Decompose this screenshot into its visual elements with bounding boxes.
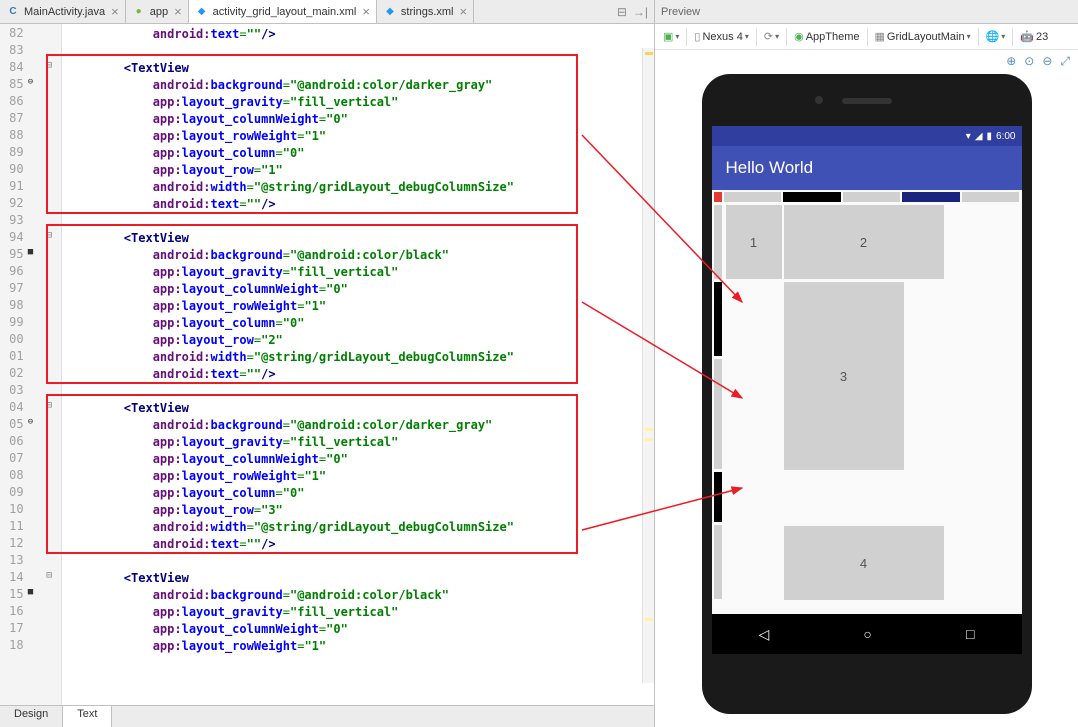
tab-activity-grid-layout[interactable]: ◆ activity_grid_layout_main.xml × [189,0,377,23]
tabs-overflow[interactable]: ⊟ →| [611,0,654,23]
theme-icon: ◉ [794,30,804,43]
design-tab[interactable]: Design [0,706,63,727]
nav-bar: ◁ ○ □ [712,614,1022,654]
grid-cell: 3 [784,282,904,470]
tab-label: app [150,6,168,18]
status-bar: ▾ ◢ ▮ 6:00 [712,126,1022,146]
xml-icon: ◆ [383,5,397,19]
grid-cell: 4 [784,526,944,600]
arrow-right-icon[interactable]: →| [633,5,648,19]
line-gutter: 828384⊟85⊖868788899091929394⊟95■96979899… [0,24,62,705]
tab-label: MainActivity.java [24,6,105,18]
grid-layout-preview: 1 2 3 4 [712,190,1022,605]
layout-icon: ▦ [875,30,885,43]
android-icon: 🤖 [1020,30,1034,43]
api-label: 23 [1036,31,1048,43]
close-icon[interactable]: × [174,4,182,19]
api-selector[interactable]: 🤖23 [1016,28,1052,45]
tab-app[interactable]: ● app × [126,0,189,23]
tab-mainactivity[interactable]: C MainActivity.java × [0,0,126,23]
pin-icon[interactable]: ⊟ [617,5,627,19]
tab-label: strings.xml [401,6,454,18]
locale-button[interactable]: 🌐▾ [982,28,1010,45]
text-tab[interactable]: Text [63,706,112,727]
module-icon: ● [132,5,146,19]
tab-label: activity_grid_layout_main.xml [213,6,357,18]
grid-cell: 1 [726,205,782,279]
status-time: 6:00 [996,131,1015,142]
preview-header: Preview [655,0,1078,24]
tab-strings[interactable]: ◆ strings.xml × [377,0,474,23]
theme-selector[interactable]: ◉AppTheme [790,28,863,45]
camera [815,96,823,104]
wifi-icon: ▾ [966,131,971,142]
viewport-icon: ▣ [663,30,673,43]
rotate-icon: ⟳ [764,30,773,43]
device-icon: ▯ [694,30,700,43]
theme-label: AppTheme [806,31,860,43]
globe-icon: 🌐 [986,30,1000,43]
zoom-out-icon[interactable]: ⊖ [1042,54,1052,68]
zoom-fit-icon[interactable]: ⤢ [1060,54,1070,69]
close-icon[interactable]: × [362,4,370,19]
editor-tabs: C MainActivity.java × ● app × ◆ activity_grid… [0,0,654,24]
device-screen: ▾ ◢ ▮ 6:00 Hello World [712,126,1022,654]
preview-title: Preview [661,6,700,18]
code-content[interactable]: android:text=""/> <TextView android:back… [62,24,654,705]
close-icon[interactable]: × [459,4,467,19]
app-bar: Hello World [712,146,1022,190]
device-label: Nexus 4 [702,31,742,43]
back-icon[interactable]: ◁ [759,626,770,643]
viewport-button[interactable]: ▣▾ [659,28,683,45]
app-title: Hello World [726,158,814,178]
orientation-button[interactable]: ⟳▾ [760,28,783,45]
zoom-actual-icon[interactable]: ⊙ [1024,54,1034,68]
layout-label: GridLayoutMain [887,31,965,43]
device-selector[interactable]: ▯Nexus 4▾ [690,28,752,45]
layout-selector[interactable]: ▦GridLayoutMain▾ [871,28,975,45]
speaker [842,98,892,104]
preview-toolbar: ▣▾ ▯Nexus 4▾ ⟳▾ ◉AppTheme ▦GridLayoutMai… [655,24,1078,50]
close-icon[interactable]: × [111,4,119,19]
device-frame: ▾ ◢ ▮ 6:00 Hello World [702,74,1032,714]
code-editor[interactable]: 828384⊟85⊖868788899091929394⊟95■96979899… [0,24,654,705]
zoom-in-icon[interactable]: ⊕ [1006,54,1016,68]
zoom-controls: ⊕ ⊙ ⊖ ⤢ [655,50,1078,72]
marker-bar[interactable] [642,48,654,683]
xml-icon: ◆ [195,5,209,19]
editor-mode-tabs: Design Text [0,705,654,727]
grid-cell: 2 [784,205,944,279]
recent-icon[interactable]: □ [966,626,974,642]
home-icon[interactable]: ○ [863,626,871,642]
java-class-icon: C [6,5,20,19]
battery-icon: ▮ [987,131,993,142]
signal-icon: ◢ [975,131,983,142]
